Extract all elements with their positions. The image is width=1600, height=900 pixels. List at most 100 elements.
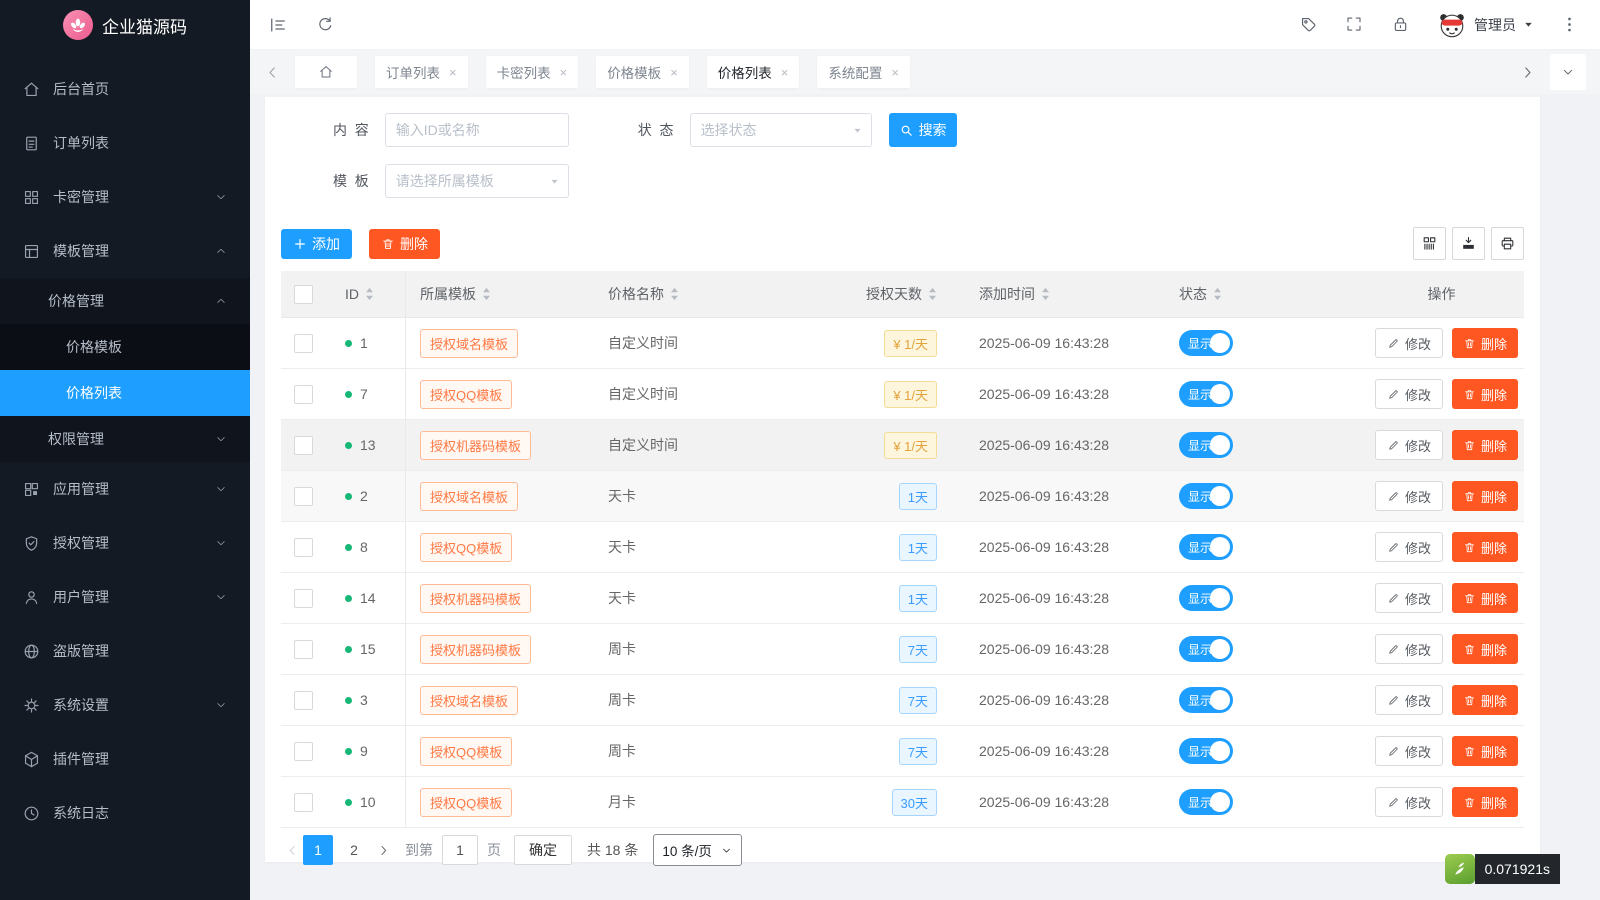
sidebar-item-clock[interactable]: 系统日志 (0, 786, 250, 840)
sort-icon[interactable] (1213, 287, 1222, 301)
batch-delete-button[interactable]: 删除 (369, 229, 440, 259)
sidebar-item-card[interactable]: 卡密管理 (0, 170, 250, 224)
sidebar-item-sub-5[interactable]: 价格模板 (0, 324, 250, 370)
tab-3[interactable]: 价格列表× (707, 56, 800, 88)
row-checkbox[interactable] (294, 793, 313, 812)
row-checkbox[interactable] (294, 691, 313, 710)
sidebar-item-sub-7[interactable]: 权限管理 (0, 416, 250, 462)
confirm-button[interactable]: 确定 (514, 835, 572, 865)
sidebar-item-sub-6[interactable]: 价格列表 (0, 370, 250, 416)
more-icon[interactable] (1560, 15, 1580, 35)
status-toggle[interactable]: 显示 (1179, 381, 1233, 407)
delete-button[interactable]: 删除 (1452, 787, 1518, 817)
edit-button[interactable]: 修改 (1375, 430, 1443, 460)
edit-button[interactable]: 修改 (1375, 787, 1443, 817)
next-page-icon[interactable] (376, 843, 391, 858)
close-icon[interactable]: × (670, 66, 678, 79)
tab-1[interactable]: 卡密列表× (486, 56, 579, 88)
row-checkbox[interactable] (294, 487, 313, 506)
close-icon[interactable]: × (891, 66, 899, 79)
status-toggle[interactable]: 显示 (1179, 330, 1233, 356)
sort-icon[interactable] (670, 287, 679, 301)
status-select[interactable]: 选择状态 (690, 113, 872, 147)
status-toggle[interactable]: 显示 (1179, 738, 1233, 764)
sort-icon[interactable] (1041, 287, 1050, 301)
delete-label: 删除 (1481, 589, 1507, 608)
prev-page-icon[interactable] (285, 843, 300, 858)
sidebar-item-shield[interactable]: 授权管理 (0, 516, 250, 570)
edit-button[interactable]: 修改 (1375, 634, 1443, 664)
delete-button[interactable]: 删除 (1452, 481, 1518, 511)
sidebar-item-gear[interactable]: 系统设置 (0, 678, 250, 732)
lock-icon[interactable] (1391, 15, 1411, 35)
tag-icon[interactable] (1299, 15, 1319, 35)
edit-button[interactable]: 修改 (1375, 736, 1443, 766)
refresh-icon[interactable] (316, 15, 336, 35)
delete-button[interactable]: 删除 (1452, 430, 1518, 460)
page-2-button[interactable]: 2 (339, 835, 369, 865)
tabs-scroll-right-icon[interactable] (1519, 64, 1536, 81)
row-checkbox[interactable] (294, 436, 313, 455)
tab-4[interactable]: 系统配置× (817, 56, 910, 88)
edit-button[interactable]: 修改 (1375, 685, 1443, 715)
tab-0[interactable]: 订单列表× (375, 56, 468, 88)
search-button[interactable]: 搜索 (889, 113, 957, 147)
delete-button[interactable]: 删除 (1452, 634, 1518, 664)
edit-button[interactable]: 修改 (1375, 379, 1443, 409)
row-checkbox[interactable] (294, 538, 313, 557)
page-1-button[interactable]: 1 (303, 835, 333, 865)
sidebar-item-order[interactable]: 订单列表 (0, 116, 250, 170)
row-checkbox[interactable] (294, 640, 313, 659)
sort-icon[interactable] (482, 287, 491, 301)
row-checkbox[interactable] (294, 589, 313, 608)
select-all-checkbox[interactable] (294, 285, 313, 304)
tabs-dropdown-button[interactable] (1550, 54, 1586, 90)
edit-button[interactable]: 修改 (1375, 481, 1443, 511)
goto-page-input[interactable] (442, 835, 478, 865)
close-icon[interactable]: × (781, 66, 789, 79)
fullscreen-icon[interactable] (1345, 15, 1365, 35)
sidebar-item-home[interactable]: 后台首页 (0, 62, 250, 116)
status-toggle[interactable]: 显示 (1179, 636, 1233, 662)
collapse-menu-icon[interactable] (268, 15, 288, 35)
status-toggle[interactable]: 显示 (1179, 534, 1233, 560)
sidebar-item-globe[interactable]: 盗版管理 (0, 624, 250, 678)
tab-home[interactable] (295, 56, 357, 88)
status-toggle[interactable]: 显示 (1179, 585, 1233, 611)
row-checkbox[interactable] (294, 334, 313, 353)
close-icon[interactable]: × (560, 66, 568, 79)
delete-button[interactable]: 删除 (1452, 532, 1518, 562)
delete-button[interactable]: 删除 (1452, 685, 1518, 715)
export-button[interactable] (1452, 227, 1485, 260)
status-toggle[interactable]: 显示 (1179, 789, 1233, 815)
tabs-scroll-left-icon[interactable] (264, 64, 281, 81)
sidebar-item-sub-4[interactable]: 价格管理 (0, 278, 250, 324)
close-icon[interactable]: × (449, 66, 457, 79)
sidebar-item-user[interactable]: 用户管理 (0, 570, 250, 624)
sidebar-item-plugin[interactable]: 插件管理 (0, 732, 250, 786)
sidebar-item-app[interactable]: 应用管理 (0, 462, 250, 516)
delete-button[interactable]: 删除 (1452, 583, 1518, 613)
edit-button[interactable]: 修改 (1375, 532, 1443, 562)
sort-icon[interactable] (928, 287, 937, 301)
content-search-input[interactable] (385, 113, 569, 147)
status-toggle[interactable]: 显示 (1179, 432, 1233, 458)
edit-button[interactable]: 修改 (1375, 583, 1443, 613)
page-size-select[interactable]: 10 条/页 (653, 834, 742, 866)
row-checkbox[interactable] (294, 385, 313, 404)
status-toggle[interactable]: 显示 (1179, 483, 1233, 509)
status-toggle[interactable]: 显示 (1179, 687, 1233, 713)
print-button[interactable] (1491, 227, 1524, 260)
edit-button[interactable]: 修改 (1375, 328, 1443, 358)
user-menu[interactable]: 管理员 (1437, 10, 1534, 40)
delete-button[interactable]: 删除 (1452, 736, 1518, 766)
add-button[interactable]: 添加 (281, 229, 352, 259)
tab-2[interactable]: 价格模板× (596, 56, 689, 88)
sort-icon[interactable] (365, 287, 374, 301)
template-select[interactable]: 请选择所属模板 (385, 164, 569, 198)
sidebar-item-template[interactable]: 模板管理 (0, 224, 250, 278)
delete-button[interactable]: 删除 (1452, 379, 1518, 409)
row-checkbox[interactable] (294, 742, 313, 761)
filter-columns-button[interactable] (1413, 227, 1446, 260)
delete-button[interactable]: 删除 (1452, 328, 1518, 358)
